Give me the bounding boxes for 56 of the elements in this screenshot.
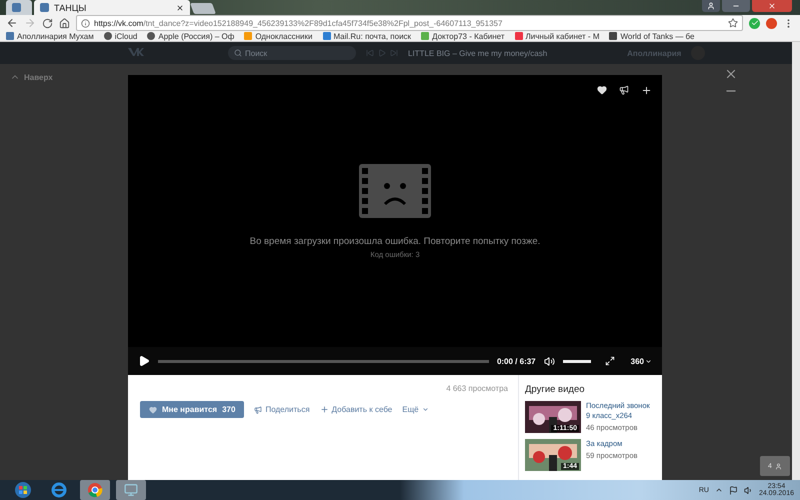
close-icon[interactable] <box>176 4 184 12</box>
caret-icon <box>422 406 429 413</box>
section-title: Другие видео <box>525 384 586 395</box>
address-field[interactable]: https://vk.com/tnt_dance?z=video152188949_456239133%2F89d1cfa45f734f5e38%2Fpl_post_-64607113_951357 <box>76 15 743 32</box>
volume-slider[interactable] <box>562 360 591 362</box>
url-text: https://vk.com/tnt_dance?z=video152188949_456239133%2F89d1cfa45f734f5e38%2Fpl_post_-64607113_951357 <box>94 18 502 28</box>
like-button[interactable]: Мне нравится 370 <box>140 401 244 418</box>
bookmark[interactable]: World of Tanks — бе <box>609 32 694 41</box>
progress-bar[interactable] <box>158 360 489 362</box>
plus-icon <box>320 405 329 414</box>
check-icon[interactable] <box>749 18 760 29</box>
browser-tab[interactable] <box>6 0 32 15</box>
search-icon <box>234 49 242 57</box>
volume-icon[interactable] <box>544 356 555 366</box>
bookmark[interactable]: Mail.Ru: почта, поиск <box>322 32 412 41</box>
caret-icon <box>645 358 652 364</box>
info-icon[interactable] <box>81 18 90 28</box>
heart-icon[interactable] <box>597 85 607 95</box>
error-message: Во время загрузки произошла ошибка. Повторите попытку позже. <box>250 236 540 246</box>
star-icon[interactable] <box>728 18 738 28</box>
chrome-icon[interactable] <box>80 480 110 500</box>
bookmark[interactable]: Доктор73 - Кабинет <box>421 32 505 41</box>
scrollbar[interactable] <box>792 42 800 480</box>
share-link[interactable]: Поделиться <box>254 405 310 414</box>
bookmark[interactable]: Личный кабинет - М <box>514 32 600 41</box>
flag-icon[interactable] <box>728 486 738 494</box>
close-icon <box>768 2 776 10</box>
home-icon[interactable] <box>59 18 70 29</box>
volume-icon[interactable] <box>744 486 753 494</box>
reload-icon[interactable] <box>42 18 53 29</box>
megaphone-icon <box>254 406 262 414</box>
quality-button[interactable]: 360 <box>630 356 652 366</box>
user-icon <box>774 462 782 470</box>
bookmark[interactable]: iCloud <box>104 32 138 41</box>
sad-film-icon <box>359 164 431 218</box>
bookmark[interactable]: Одноклассники <box>244 32 312 41</box>
fullscreen-icon[interactable] <box>604 356 615 366</box>
megaphone-icon[interactable] <box>619 85 629 95</box>
back-icon[interactable] <box>6 17 18 30</box>
views-count: 4 663 просмотра <box>446 384 508 393</box>
play-icon[interactable] <box>138 355 150 367</box>
add-link[interactable]: Добавить к себе <box>320 405 392 414</box>
new-tab-button[interactable] <box>190 3 216 14</box>
time-display: 0:00 / 6:37 <box>496 356 536 366</box>
user-icon <box>707 2 715 10</box>
vk-icon <box>40 3 49 12</box>
bookmark[interactable]: Аполлинария Мухам <box>6 32 94 41</box>
plus-icon[interactable] <box>641 85 652 96</box>
now-playing-text[interactable]: LITTLE BIG – Give me my money/cash <box>408 48 548 58</box>
user-button[interactable] <box>702 0 720 12</box>
extension-icon[interactable] <box>766 18 777 29</box>
vk-icon <box>12 3 21 12</box>
more-link[interactable]: Ещё <box>402 405 429 414</box>
browser-tab[interactable]: ТАНЦЫ <box>34 0 190 15</box>
bookmark[interactable]: Apple (Россия) – Оф <box>147 32 234 41</box>
heart-icon <box>149 406 157 414</box>
